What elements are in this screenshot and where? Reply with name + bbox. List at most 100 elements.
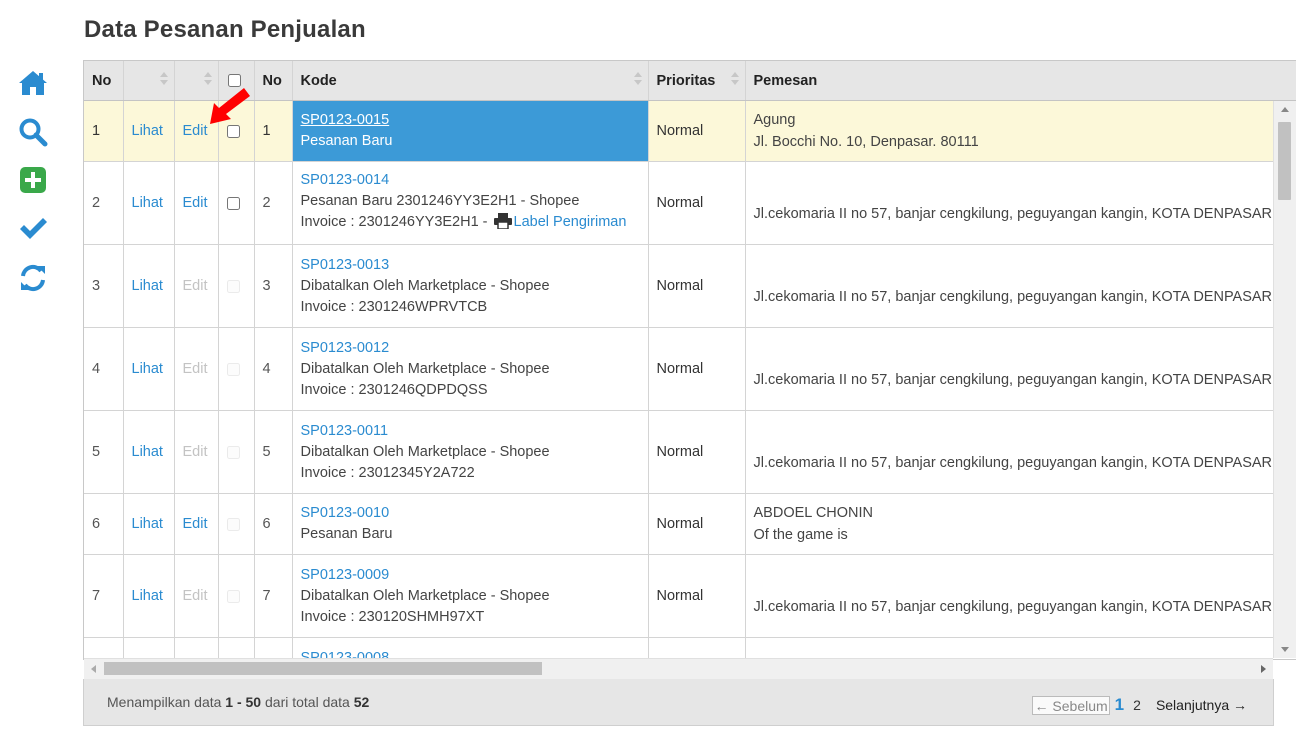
view-link[interactable]: Lihat (132, 361, 163, 377)
row-no: 2 (84, 161, 124, 245)
annotation-arrow-icon (204, 86, 250, 131)
pagination-info: Menampilkan data 1 - 50 dari total data … (107, 694, 369, 710)
prev-page-button[interactable]: ← Sebelum (1031, 695, 1110, 715)
row-no: 5 (84, 410, 124, 494)
table-row[interactable]: 1 Lihat Edit 1 SP0123-0015 Pesanan Baru … (84, 100, 1296, 162)
shipping-label-link[interactable]: Label Pengiriman (514, 214, 627, 230)
kode-cell: SP0123-0011 Dibatalkan Oleh Marketplace … (292, 410, 649, 494)
kode-cell: SP0123-0012 Dibatalkan Oleh Marketplace … (292, 327, 649, 411)
table-row[interactable]: 5 Lihat Edit 5 SP0123-0011 Dibatalkan Ol… (84, 410, 1296, 494)
row-checkbox-disabled (226, 445, 240, 459)
table-row[interactable]: 7 Lihat Edit 7 SP0123-0009 Dibatalkan Ol… (84, 554, 1296, 638)
sort-icon (730, 72, 739, 88)
row-no2: 6 (254, 493, 293, 555)
table-row[interactable]: SP0123-0008 (84, 637, 1296, 659)
col-header-no2[interactable]: No (254, 61, 293, 101)
table-row[interactable]: 4 Lihat Edit 4 SP0123-0012 Dibatalkan Ol… (84, 327, 1296, 411)
edit-link-disabled: Edit (182, 278, 208, 294)
vertical-scrollbar[interactable] (1273, 101, 1296, 658)
invoice-text: Invoice : 2301246WPRVTCB (300, 298, 488, 315)
customer-cell: Jl.cekomaria II no 57, banjar cengkilung… (745, 554, 1296, 638)
order-status: Pesanan Baru (300, 526, 393, 542)
edit-link[interactable]: Edit (183, 195, 208, 211)
sort-icon (633, 72, 642, 88)
order-status: Dibatalkan Oleh Marketplace - Shopee (300, 277, 550, 294)
row-checkbox-disabled (226, 362, 240, 376)
customer-address: Jl.cekomaria II no 57, banjar cengkilung… (753, 372, 1273, 388)
check-icon[interactable] (17, 213, 49, 245)
order-code-link[interactable]: SP0123-0011 (301, 421, 640, 442)
pagination: ← Sebelum 1 2 Selanjutnya → (1031, 695, 1247, 715)
search-icon[interactable] (17, 116, 49, 148)
priority-cell: Normal (648, 161, 746, 245)
priority-cell: Normal (648, 554, 746, 638)
horizontal-scrollbar[interactable] (84, 658, 1273, 679)
row-no2: 2 (254, 161, 293, 245)
col-header-lihat[interactable] (123, 61, 175, 101)
customer-cell: Jl.cekomaria II no 57, banjar cengkilung… (745, 327, 1296, 411)
order-code-link[interactable]: SP0123-0013 (301, 255, 640, 276)
view-link[interactable]: Lihat (132, 588, 163, 604)
sidebar (0, 0, 66, 744)
row-no: 1 (84, 100, 124, 162)
col-header-pemesan[interactable]: Pemesan (745, 61, 1296, 101)
scroll-right-icon[interactable] (1261, 665, 1266, 673)
kode-cell[interactable]: SP0123-0015 Pesanan Baru (292, 100, 649, 162)
col-header-kode-label: Kode (300, 72, 337, 89)
order-status: Pesanan Baru (300, 133, 393, 149)
customer-address: Of the game is (753, 527, 848, 543)
view-link[interactable]: Lihat (132, 123, 163, 139)
customer-name: Agung (753, 112, 796, 128)
scroll-down-icon[interactable] (1281, 647, 1289, 652)
view-link[interactable]: Lihat (132, 195, 163, 211)
order-status: Dibatalkan Oleh Marketplace - Shopee (300, 587, 550, 604)
row-checkbox[interactable] (226, 196, 240, 210)
next-page-button[interactable]: Selanjutnya → (1156, 697, 1247, 713)
order-code-link[interactable]: SP0123-0010 (301, 503, 640, 524)
kode-cell: SP0123-0010 Pesanan Baru (292, 493, 649, 555)
row-no: 6 (84, 493, 124, 555)
invoice-text: Invoice : 230120SHMH97XT (300, 608, 485, 625)
col-header-prioritas[interactable]: Prioritas (648, 61, 746, 101)
scroll-thumb[interactable] (1278, 122, 1291, 200)
home-icon[interactable] (17, 67, 49, 99)
order-status: Dibatalkan Oleh Marketplace - Shopee (300, 443, 550, 460)
table-row[interactable]: 3 Lihat Edit 3 SP0123-0013 Dibatalkan Ol… (84, 244, 1296, 328)
order-code-link[interactable]: SP0123-0014 (301, 170, 640, 191)
scroll-up-icon[interactable] (1281, 107, 1289, 112)
view-link[interactable]: Lihat (132, 278, 163, 294)
orders-table: No No Kode Prioritas Pemesan 1 Lihat Edi… (84, 61, 1296, 659)
priority-cell: Normal (648, 410, 746, 494)
scroll-thumb[interactable] (104, 662, 542, 675)
row-checkbox-disabled (226, 589, 240, 603)
view-link[interactable]: Lihat (132, 516, 163, 532)
refresh-icon[interactable] (17, 262, 49, 294)
grid-footer: Menampilkan data 1 - 50 dari total data … (83, 679, 1274, 726)
row-checkbox-disabled (226, 279, 240, 293)
info-mid: dari total data (265, 694, 350, 710)
row-no2: 4 (254, 327, 293, 411)
col-header-prioritas-label: Prioritas (656, 72, 716, 89)
add-icon[interactable] (17, 164, 49, 196)
customer-address: Jl.cekomaria II no 57, banjar cengkilung… (753, 289, 1273, 305)
edit-link-disabled: Edit (182, 588, 208, 604)
row-no2: 3 (254, 244, 293, 328)
page-2-link[interactable]: 2 (1133, 697, 1141, 713)
customer-name: ABDOEL CHONIN (753, 505, 874, 521)
table-row[interactable]: 2 Lihat Edit 2 SP0123-0014 Pesanan Baru … (84, 161, 1296, 245)
col-header-no[interactable]: No (84, 61, 124, 101)
order-status: Dibatalkan Oleh Marketplace - Shopee (300, 360, 550, 377)
customer-cell: Agung Jl. Bocchi No. 10, Denpasar. 80111 (745, 100, 1296, 162)
table-row[interactable]: 6 Lihat Edit 6 SP0123-0010 Pesanan Baru … (84, 493, 1296, 555)
col-header-kode[interactable]: Kode (292, 61, 649, 101)
kode-cell: SP0123-0014 Pesanan Baru 2301246YY3E2H1 … (292, 161, 649, 245)
priority-cell: Normal (648, 327, 746, 411)
order-code-link[interactable]: SP0123-0015 (301, 110, 640, 131)
page-title: Data Pesanan Penjualan (84, 16, 366, 43)
customer-address: Jl.cekomaria II no 57, banjar cengkilung… (753, 599, 1273, 615)
edit-link[interactable]: Edit (183, 516, 208, 532)
view-link[interactable]: Lihat (132, 444, 163, 460)
scroll-left-icon[interactable] (91, 665, 96, 673)
order-code-link[interactable]: SP0123-0012 (301, 338, 640, 359)
order-code-link[interactable]: SP0123-0009 (301, 565, 640, 586)
